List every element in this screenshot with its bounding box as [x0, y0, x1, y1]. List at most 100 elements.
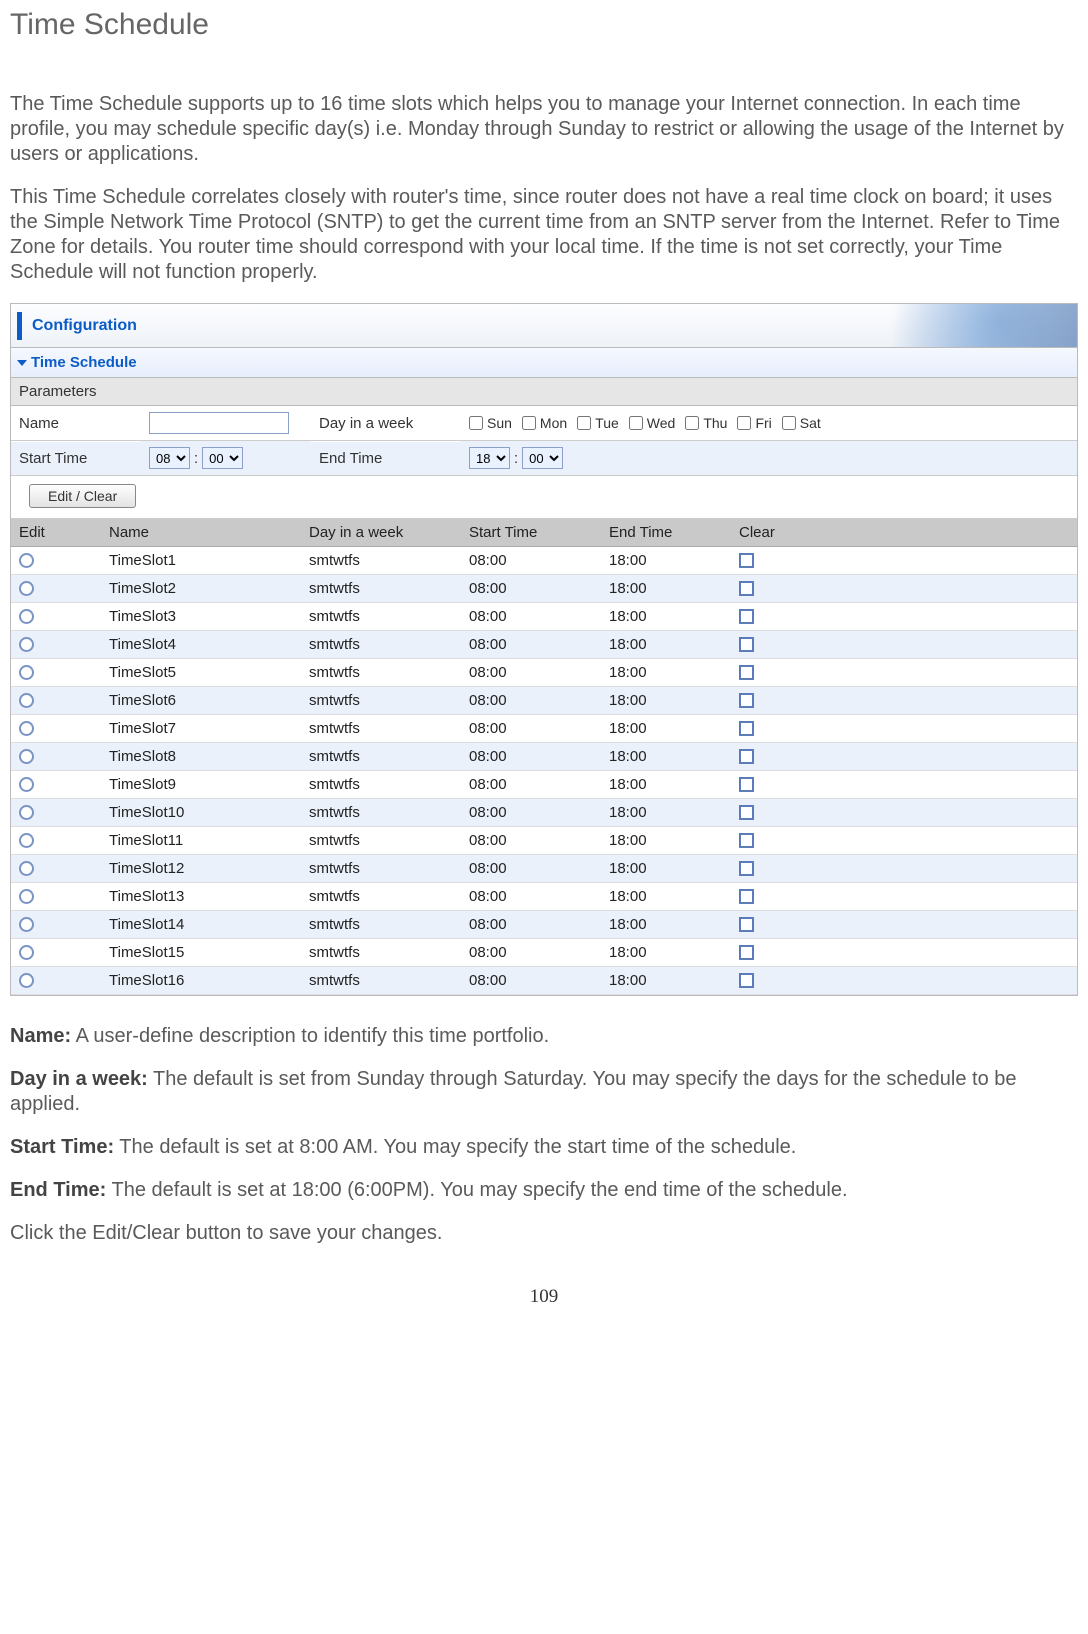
edit-radio[interactable]	[19, 777, 34, 792]
edit-radio[interactable]	[19, 609, 34, 624]
table-row: TimeSlot15smtwtfs08:0018:00	[11, 939, 1077, 967]
name-cell: TimeSlot15	[101, 939, 301, 966]
day-checkbox[interactable]	[685, 416, 699, 430]
day-check-wed[interactable]: Wed	[629, 415, 676, 431]
day-check-sat[interactable]: Sat	[782, 415, 821, 431]
edit-radio[interactable]	[19, 889, 34, 904]
day-cell: smtwtfs	[301, 911, 461, 938]
button-row: Edit / Clear	[11, 476, 1077, 519]
intro-block: The Time Schedule supports up to 16 time…	[10, 92, 1078, 285]
day-checkbox[interactable]	[629, 416, 643, 430]
edit-radio[interactable]	[19, 637, 34, 652]
edit-cell	[11, 939, 101, 966]
edit-radio[interactable]	[19, 581, 34, 596]
edit-clear-button[interactable]: Edit / Clear	[29, 484, 136, 508]
start-cell: 08:00	[461, 939, 601, 966]
day-label: Sun	[487, 415, 512, 431]
day-checkbox[interactable]	[737, 416, 751, 430]
clear-checkbox[interactable]	[739, 693, 754, 708]
col-day: Day in a week	[301, 519, 461, 546]
day-checkbox[interactable]	[469, 416, 483, 430]
triangle-icon	[17, 360, 27, 366]
clear-checkbox[interactable]	[739, 553, 754, 568]
day-cell: smtwtfs	[301, 575, 461, 602]
edit-radio[interactable]	[19, 973, 34, 988]
day-check-fri[interactable]: Fri	[737, 415, 771, 431]
day-cell: smtwtfs	[301, 715, 461, 742]
start-hour-select[interactable]: 08	[149, 447, 190, 469]
name-cell: TimeSlot4	[101, 631, 301, 658]
edit-radio[interactable]	[19, 833, 34, 848]
edit-radio[interactable]	[19, 553, 34, 568]
end-cell: 18:00	[601, 603, 731, 630]
day-cell: smtwtfs	[301, 603, 461, 630]
outro-text: The default is set at 8:00 AM. You may s…	[114, 1136, 796, 1158]
table-row: TimeSlot9smtwtfs08:0018:00	[11, 771, 1077, 799]
clear-checkbox[interactable]	[739, 721, 754, 736]
name-cell: TimeSlot8	[101, 743, 301, 770]
edit-radio[interactable]	[19, 693, 34, 708]
section-title: Time Schedule	[11, 348, 1077, 378]
label-end: End Time	[311, 442, 461, 476]
clear-checkbox[interactable]	[739, 665, 754, 680]
edit-radio[interactable]	[19, 917, 34, 932]
clear-checkbox[interactable]	[739, 581, 754, 596]
day-checkbox[interactable]	[782, 416, 796, 430]
start-cell: 08:00	[461, 715, 601, 742]
name-cell: TimeSlot14	[101, 911, 301, 938]
table-row: TimeSlot16smtwtfs08:0018:00	[11, 967, 1077, 995]
outro-text: The default is set from Sunday through S…	[10, 1068, 1017, 1115]
edit-radio[interactable]	[19, 749, 34, 764]
day-checkbox[interactable]	[522, 416, 536, 430]
clear-checkbox[interactable]	[739, 609, 754, 624]
edit-cell	[11, 799, 101, 826]
day-cell: smtwtfs	[301, 659, 461, 686]
edit-cell	[11, 855, 101, 882]
clear-checkbox[interactable]	[739, 861, 754, 876]
edit-radio[interactable]	[19, 665, 34, 680]
edit-radio[interactable]	[19, 805, 34, 820]
clear-checkbox[interactable]	[739, 973, 754, 988]
name-cell: TimeSlot9	[101, 771, 301, 798]
clear-cell	[731, 939, 1077, 966]
clear-checkbox[interactable]	[739, 749, 754, 764]
edit-radio[interactable]	[19, 721, 34, 736]
clear-checkbox[interactable]	[739, 945, 754, 960]
edit-radio[interactable]	[19, 945, 34, 960]
clear-checkbox[interactable]	[739, 777, 754, 792]
name-cell: TimeSlot11	[101, 827, 301, 854]
clear-checkbox[interactable]	[739, 637, 754, 652]
end-cell: 18:00	[601, 827, 731, 854]
name-input[interactable]	[149, 412, 289, 434]
day-check-sun[interactable]: Sun	[469, 415, 512, 431]
name-cell: TimeSlot12	[101, 855, 301, 882]
clear-checkbox[interactable]	[739, 805, 754, 820]
start-cell: 08:00	[461, 771, 601, 798]
clear-checkbox[interactable]	[739, 889, 754, 904]
day-check-mon[interactable]: Mon	[522, 415, 567, 431]
day-check-tue[interactable]: Tue	[577, 415, 619, 431]
clear-checkbox[interactable]	[739, 917, 754, 932]
clear-cell	[731, 575, 1077, 602]
day-cell: smtwtfs	[301, 855, 461, 882]
day-check-thu[interactable]: Thu	[685, 415, 727, 431]
page-title: Time Schedule	[10, 8, 1078, 42]
table-row: TimeSlot3smtwtfs08:0018:00	[11, 603, 1077, 631]
end-cell: 18:00	[601, 715, 731, 742]
label-day: Day in a week	[311, 407, 461, 441]
day-checkbox[interactable]	[577, 416, 591, 430]
edit-radio[interactable]	[19, 861, 34, 876]
day-label: Fri	[755, 415, 771, 431]
end-hour-select[interactable]: 18	[469, 447, 510, 469]
clear-checkbox[interactable]	[739, 833, 754, 848]
end-cell: 18:00	[601, 659, 731, 686]
col-start: Start Time	[461, 519, 601, 546]
day-cell: smtwtfs	[301, 799, 461, 826]
outro-bold: End Time:	[10, 1179, 106, 1201]
start-cell: 08:00	[461, 575, 601, 602]
end-min-select[interactable]: 00	[522, 447, 563, 469]
start-min-select[interactable]: 00	[202, 447, 243, 469]
start-cell: 08:00	[461, 855, 601, 882]
label-name: Name	[11, 407, 141, 441]
clear-cell	[731, 743, 1077, 770]
